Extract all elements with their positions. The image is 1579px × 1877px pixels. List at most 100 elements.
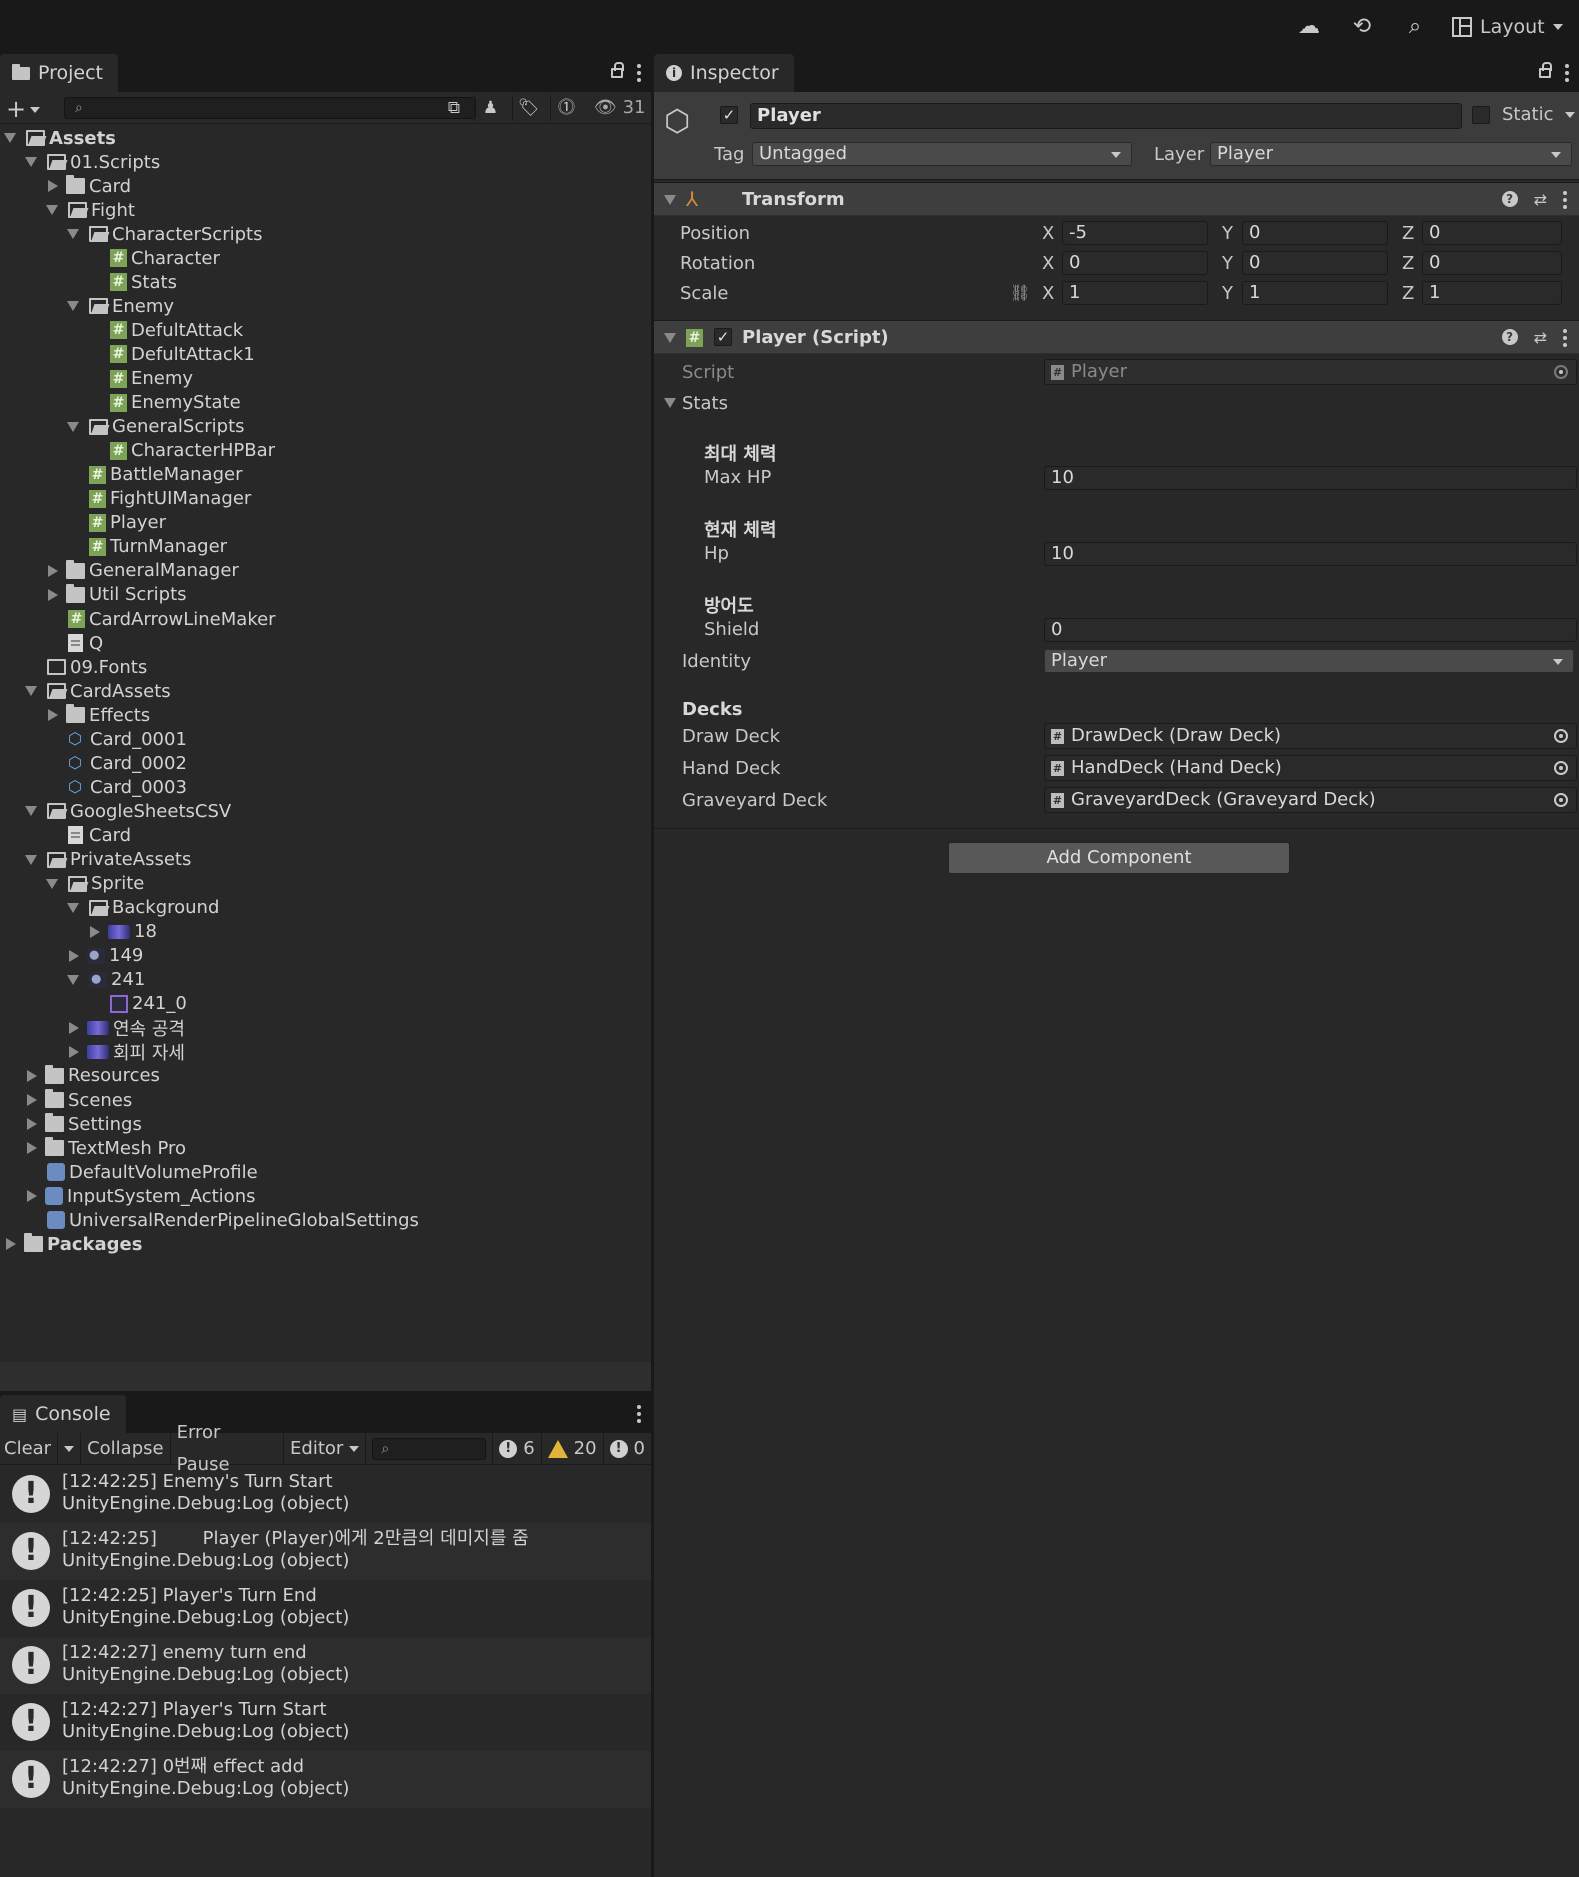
tree-item[interactable]: GeneralManager bbox=[0, 559, 651, 583]
tree-item[interactable]: Fight bbox=[0, 198, 651, 222]
foldout-arrow-icon[interactable] bbox=[25, 157, 37, 168]
log-entry[interactable]: ! [12:42:25] Player (Player)에게 2만큼의 데미지를 … bbox=[0, 1523, 651, 1580]
tree-item[interactable]: GeneralScripts bbox=[0, 415, 651, 439]
position-z-axis-label[interactable]: Z bbox=[1402, 223, 1414, 244]
tree-item[interactable]: Sprite bbox=[0, 872, 651, 896]
tree-item[interactable]: Settings bbox=[0, 1112, 651, 1136]
hidden-packages-count[interactable]: 👁 31 bbox=[594, 95, 645, 121]
tree-item[interactable]: Effects bbox=[0, 703, 651, 727]
search-icon[interactable]: ⌕ bbox=[1402, 14, 1428, 40]
gameobject-icon[interactable]: ⬡ bbox=[664, 106, 696, 138]
tree-item[interactable]: # CharacterHPBar bbox=[0, 439, 651, 463]
log-type-icon[interactable]: ⓵ bbox=[550, 95, 582, 121]
add-component-button[interactable]: Add Component bbox=[948, 842, 1290, 874]
hp-input[interactable]: 10 bbox=[1044, 542, 1577, 566]
rotation-y-axis-label[interactable]: Y bbox=[1222, 253, 1233, 274]
tree-item[interactable]: InputSystem_Actions bbox=[0, 1184, 651, 1208]
console-search-input[interactable]: ⌕ bbox=[372, 1437, 487, 1460]
max-hp-input[interactable]: 10 bbox=[1044, 466, 1577, 490]
create-button[interactable]: + bbox=[6, 95, 41, 123]
position-x-input[interactable]: -5 bbox=[1062, 221, 1208, 245]
object-picker-icon[interactable] bbox=[1554, 793, 1568, 807]
tree-item[interactable]: TextMesh Pro bbox=[0, 1136, 651, 1160]
rotation-x-input[interactable]: 0 bbox=[1062, 251, 1208, 275]
static-toggle[interactable]: Static bbox=[1472, 104, 1576, 125]
object-picker-icon[interactable] bbox=[1554, 729, 1568, 743]
tree-item[interactable]: GoogleSheetsCSV bbox=[0, 799, 651, 823]
tree-item[interactable]: 149 bbox=[0, 944, 651, 968]
tree-item[interactable]: Card bbox=[0, 823, 651, 847]
scale-y-axis-label[interactable]: Y bbox=[1222, 283, 1233, 304]
foldout-arrow-icon[interactable] bbox=[25, 686, 37, 697]
hand-deck-field[interactable]: # HandDeck (Hand Deck) bbox=[1044, 755, 1577, 781]
log-entry[interactable]: ! [12:42:27] enemy turn end UnityEngine.De… bbox=[0, 1637, 651, 1694]
lock-icon[interactable] bbox=[611, 62, 624, 78]
lock-icon[interactable] bbox=[1539, 62, 1552, 78]
scale-z-input[interactable]: 1 bbox=[1422, 281, 1562, 305]
identity-dropdown[interactable]: Player bbox=[1044, 649, 1574, 673]
rotation-z-axis-label[interactable]: Z bbox=[1402, 253, 1414, 274]
tree-item[interactable]: 09.Fonts bbox=[0, 655, 651, 679]
static-checkbox[interactable] bbox=[1472, 105, 1490, 124]
tree-item[interactable]: # Character bbox=[0, 246, 651, 270]
error-toggle[interactable]: ! 0 bbox=[604, 1433, 651, 1465]
cloud-icon[interactable]: ☁ bbox=[1296, 14, 1322, 40]
tab-project[interactable]: Project bbox=[0, 54, 118, 92]
foldout-arrow-icon[interactable] bbox=[664, 333, 676, 343]
foldout-arrow-icon[interactable] bbox=[48, 564, 58, 577]
draw-deck-field[interactable]: # DrawDeck (Draw Deck) bbox=[1044, 723, 1577, 749]
more-options-icon[interactable] bbox=[637, 64, 641, 82]
foldout-arrow-icon[interactable] bbox=[69, 1045, 79, 1058]
constrain-proportions-icon[interactable]: ⛓ bbox=[1010, 283, 1030, 302]
more-options-icon[interactable] bbox=[1563, 329, 1567, 347]
layer-dropdown[interactable]: Player bbox=[1210, 142, 1572, 166]
tree-item[interactable]: # EnemyState bbox=[0, 391, 651, 415]
log-entry[interactable]: ! [12:42:25] Player's Turn End UnityEngine… bbox=[0, 1580, 651, 1637]
foldout-arrow-icon[interactable] bbox=[46, 205, 58, 216]
foldout-arrow-icon[interactable] bbox=[6, 1238, 16, 1251]
tree-item[interactable]: CharacterScripts bbox=[0, 222, 651, 246]
tab-console[interactable]: ▤ Console bbox=[0, 1395, 126, 1433]
foldout-arrow-icon[interactable] bbox=[67, 902, 79, 913]
scale-y-input[interactable]: 1 bbox=[1242, 281, 1388, 305]
scale-z-axis-label[interactable]: Z bbox=[1402, 283, 1414, 304]
clear-options-dropdown[interactable] bbox=[58, 1432, 82, 1465]
tree-item[interactable]: PrivateAssets bbox=[0, 848, 651, 872]
tree-item[interactable]: UniversalRenderPipelineGlobalSettings bbox=[0, 1208, 651, 1232]
position-y-axis-label[interactable]: Y bbox=[1222, 223, 1233, 244]
stats-foldout-icon[interactable] bbox=[664, 398, 676, 408]
tree-item[interactable]: # DefultAttack bbox=[0, 318, 651, 342]
tree-item[interactable]: ⬡ Card_0002 bbox=[0, 751, 651, 775]
foldout-arrow-icon[interactable] bbox=[69, 1021, 79, 1034]
tree-item[interactable]: # CardArrowLineMaker bbox=[0, 607, 651, 631]
tag-dropdown[interactable]: Untagged bbox=[752, 142, 1132, 166]
foldout-arrow-icon[interactable] bbox=[4, 133, 16, 143]
tree-item[interactable]: 241_0 bbox=[0, 992, 651, 1016]
foldout-arrow-icon[interactable] bbox=[90, 925, 100, 938]
tree-item[interactable]: # TurnManager bbox=[0, 535, 651, 559]
foldout-arrow-icon[interactable] bbox=[664, 195, 676, 205]
scale-x-axis-label[interactable]: X bbox=[1042, 283, 1054, 304]
foldout-arrow-icon[interactable] bbox=[67, 301, 79, 312]
object-name-input[interactable]: Player bbox=[750, 103, 1462, 129]
chevron-down-icon[interactable] bbox=[1565, 111, 1576, 118]
editor-dropdown[interactable]: Editor bbox=[284, 1432, 367, 1465]
collapse-button[interactable]: Collapse bbox=[81, 1432, 171, 1465]
foldout-arrow-icon[interactable] bbox=[25, 806, 37, 817]
object-picker-icon[interactable] bbox=[1554, 761, 1568, 775]
log-entry[interactable]: ! [12:42:27] 0번째 effect add UnityEngine.De… bbox=[0, 1751, 651, 1808]
foldout-arrow-icon[interactable] bbox=[27, 1069, 37, 1082]
search-by-type-icon[interactable]: ⧉ bbox=[438, 95, 470, 121]
scale-x-input[interactable]: 1 bbox=[1062, 281, 1208, 305]
position-x-axis-label[interactable]: X bbox=[1042, 223, 1054, 244]
foldout-arrow-icon[interactable] bbox=[67, 974, 79, 985]
clear-button[interactable]: Clear bbox=[0, 1432, 59, 1465]
position-y-input[interactable]: 0 bbox=[1242, 221, 1388, 245]
transform-header[interactable]: ⅄ Transform ? ⇄ bbox=[654, 182, 1579, 216]
tree-item[interactable]: 연속 공격 bbox=[0, 1016, 651, 1040]
tree-item[interactable]: # Player bbox=[0, 511, 651, 535]
more-options-icon[interactable] bbox=[1565, 64, 1569, 82]
tree-item[interactable]: Resources bbox=[0, 1064, 651, 1088]
layout-dropdown[interactable]: Layout bbox=[1452, 12, 1563, 42]
foldout-arrow-icon[interactable] bbox=[67, 421, 79, 432]
